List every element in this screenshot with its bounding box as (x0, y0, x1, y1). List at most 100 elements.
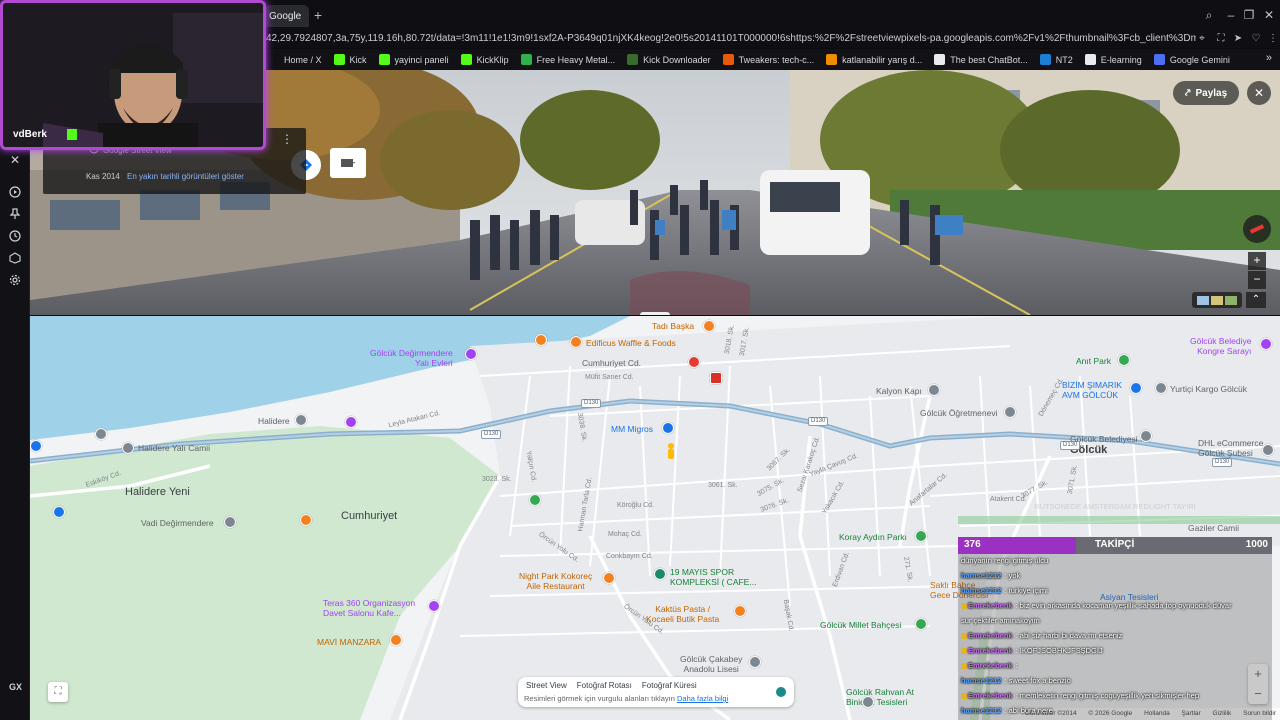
search-icon[interactable]: ⌕ (1202, 8, 1216, 22)
bookmark[interactable]: Free Heavy Metal... (515, 50, 622, 69)
history-icon[interactable] (7, 228, 23, 244)
shopping-icon[interactable] (1130, 382, 1142, 394)
bookmark[interactable]: KickKlip (455, 50, 515, 69)
landmark-icon[interactable] (928, 384, 940, 396)
mosque-icon[interactable] (122, 442, 134, 454)
bookmark[interactable]: NT2 (1034, 50, 1079, 69)
park-icon[interactable] (529, 494, 541, 506)
shopping-icon[interactable] (53, 506, 65, 518)
bookmark[interactable]: The best ChatBot... (928, 50, 1034, 69)
poi-kalyon-kapi[interactable]: Kalyon Kapı (876, 386, 922, 396)
bookmark[interactable]: Home / X (262, 50, 328, 69)
address-bar[interactable]: 42,29.7924807,3a,75y,119.16h,80.72t/data… (262, 30, 1280, 48)
share-button[interactable]: ⤤ Paylaş (1173, 81, 1239, 105)
restaurant-icon[interactable] (300, 514, 312, 526)
restaurant-icon[interactable] (570, 336, 582, 348)
poi-bizim-simarik[interactable]: BİZİM ŞIMARIK AVM GÖLCÜK (1062, 380, 1122, 400)
poi-belediye-kongre[interactable]: Gölcük Belediye Kongre Sarayı (1190, 336, 1251, 356)
mosque-icon[interactable] (95, 428, 107, 440)
close-window-icon[interactable]: ✕ (1262, 8, 1276, 22)
school-icon[interactable] (749, 656, 761, 668)
place-halidere-yeni[interactable]: Halidere Yeni (125, 486, 190, 498)
restaurant-icon[interactable] (703, 320, 715, 332)
venue-icon[interactable] (345, 416, 357, 428)
poi-spor-kompleksi[interactable]: 19 MAYIS SPOR KOMPLEKSİ ( CAFE... (670, 567, 756, 587)
zoom-out-button[interactable]: − (1248, 271, 1266, 289)
poi-golcuk-ogretmenevi[interactable]: Gölcük Öğretmenevi (920, 408, 997, 418)
heart-icon[interactable]: ♡ (1249, 32, 1263, 46)
poi-gaziler-camii[interactable]: Gaziler Camii (1188, 523, 1239, 533)
bookmark[interactable]: Google Gemini (1148, 50, 1236, 69)
building-icon[interactable] (1004, 406, 1016, 418)
snapshot-icon[interactable]: ⛶ (1214, 32, 1228, 46)
courier-icon[interactable] (1262, 444, 1274, 456)
pin-icon[interactable] (7, 206, 23, 222)
restaurant-icon[interactable] (535, 334, 547, 346)
poi-mm-migros[interactable]: MM Migros (611, 424, 653, 434)
menu-icon[interactable]: ⋮ (1266, 32, 1280, 46)
hospital-icon[interactable] (710, 372, 722, 384)
gx-icon[interactable]: GX (9, 682, 22, 692)
restore-icon[interactable]: ❐ (1242, 8, 1256, 22)
hotel-icon[interactable] (465, 348, 477, 360)
photo-thumbnails-button[interactable] (1192, 292, 1242, 308)
settings-icon[interactable] (7, 272, 23, 288)
park-icon[interactable] (1118, 354, 1130, 366)
minimize-icon[interactable]: – (1224, 8, 1238, 22)
bookmark[interactable]: E-learning (1079, 50, 1148, 69)
stable-icon[interactable] (862, 696, 874, 708)
business-icon[interactable] (1155, 382, 1167, 394)
poi-edificus[interactable]: Edificus Waffle & Foods (586, 338, 676, 348)
poi-teras-360[interactable]: Teras 360 Organizasyon Davet Salonu Kafe… (323, 598, 415, 618)
poi-anit-park[interactable]: Anıt Park (1076, 356, 1111, 366)
bookmark[interactable]: yayinci paneli (373, 50, 455, 69)
poi-golcuk-rahvan[interactable]: Gölcük Rahvan At Binicilik Tesisleri (846, 687, 914, 707)
layers-button[interactable] (330, 148, 366, 178)
venue-icon[interactable] (428, 600, 440, 612)
poi-vadi-degirmendere[interactable]: Vadi Değirmendere (141, 518, 214, 528)
new-tab-button[interactable]: + (310, 7, 326, 23)
stadium-icon[interactable] (654, 568, 666, 580)
bookmark[interactable]: Kick (328, 50, 373, 69)
learn-more-link[interactable]: Daha fazla bilgi (677, 694, 728, 703)
compass-icon[interactable] (1243, 215, 1271, 243)
bookmark[interactable]: Tweakers: tech-c... (717, 50, 821, 69)
bookmark[interactable]: katlanabilir yarış d... (820, 50, 928, 69)
restaurant-icon[interactable] (603, 572, 615, 584)
panel-resize-handle[interactable] (640, 312, 670, 315)
venue-icon[interactable] (1260, 338, 1272, 350)
pegman-icon[interactable] (667, 443, 675, 463)
layer-toggle[interactable] (776, 687, 786, 697)
bakery-icon[interactable] (734, 605, 746, 617)
park-icon[interactable] (915, 618, 927, 630)
city-hall-icon[interactable] (1140, 430, 1152, 442)
poi-golcuk-millet-bahcesi[interactable]: Gölcük Millet Bahçesi (820, 620, 901, 630)
place-cumhuriyet[interactable]: Cumhuriyet (341, 510, 397, 522)
fullscreen-button[interactable]: ⛶ (48, 682, 68, 702)
poi-golcuk-degirmendere[interactable]: Gölcük Değirmendere Yalı Evleri (370, 348, 453, 368)
poi-tadi-baska[interactable]: Tadı Başka (652, 321, 694, 331)
park-icon[interactable] (915, 530, 927, 542)
bookmark[interactable]: Kick Downloader (621, 50, 717, 69)
chevron-right-icon[interactable]: » (1266, 52, 1272, 64)
transit-icon[interactable] (30, 440, 42, 452)
pin-url-icon[interactable]: ⌖ (1195, 32, 1209, 46)
poi-koray-aydin-parki[interactable]: Koray Aydın Parkı (839, 532, 907, 542)
tab-google[interactable]: Google (265, 5, 309, 27)
poi-yurtici-kargo[interactable]: Yurtiçi Kargo Gölcük (1170, 384, 1247, 394)
poi-mavi-manzara[interactable]: MAVİ MANZARA (317, 637, 381, 647)
poi-halidere-yali-camii[interactable]: Halidere Yalı Camii (138, 443, 210, 453)
restaurant-icon[interactable] (390, 634, 402, 646)
landmark-icon[interactable] (224, 516, 236, 528)
send-icon[interactable]: ➤ (1231, 32, 1245, 46)
expand-icon[interactable]: ⌃ (1246, 292, 1266, 308)
url-text[interactable]: 42,29.7924807,3a,75y,119.16h,80.72t/data… (266, 31, 1196, 47)
poi-night-park[interactable]: Night Park Kokoreç Aile Restaurant (519, 571, 592, 591)
poi-golcuk-cakabey[interactable]: Gölcük Çakabey Anadolu Lisesi (680, 654, 742, 674)
zoom-in-button[interactable]: + (1248, 252, 1266, 270)
cube-icon[interactable] (7, 250, 23, 266)
poi-golcuk-belediyesi[interactable]: Gölcük Belediyesi (1070, 434, 1138, 444)
more-options-icon[interactable]: ⋮ (281, 132, 293, 146)
landmark-icon[interactable] (295, 414, 307, 426)
x-icon[interactable]: ✕ (7, 152, 23, 168)
